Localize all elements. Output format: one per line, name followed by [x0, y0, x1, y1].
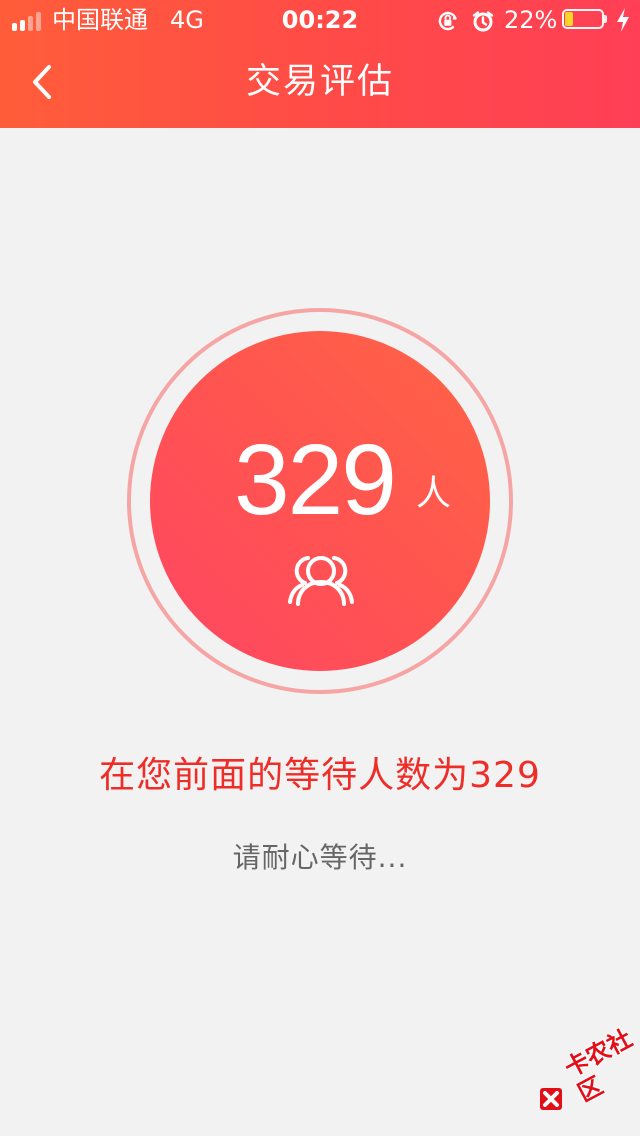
orientation-lock-icon [438, 11, 457, 31]
watermark-logo-icon [540, 1088, 562, 1110]
charging-icon [617, 8, 629, 32]
battery-icon [562, 9, 607, 29]
wait-hint: 请耐心等待... [232, 841, 408, 874]
page-title: 交易评估 [245, 62, 394, 102]
waiting-count-unit: 人 [416, 474, 452, 514]
watermark: 卡农社区 [538, 1024, 638, 1114]
watermark-text: 卡农社区 [560, 1024, 637, 1108]
navigation-bar: 交易评估 [0, 40, 640, 128]
waiting-count: 329 [234, 424, 397, 536]
queue-position-message: 在您前面的等待人数为329 [99, 755, 541, 796]
battery-percent: 22% [504, 6, 558, 34]
people-icon [288, 556, 354, 606]
app-header: 中国联通 4G 00:22 22% 交易评估 [0, 0, 640, 128]
status-bar: 中国联通 4G 00:22 22% [0, 0, 640, 40]
queue-count-circle: 329 人 [150, 331, 490, 671]
alarm-icon [472, 11, 494, 32]
